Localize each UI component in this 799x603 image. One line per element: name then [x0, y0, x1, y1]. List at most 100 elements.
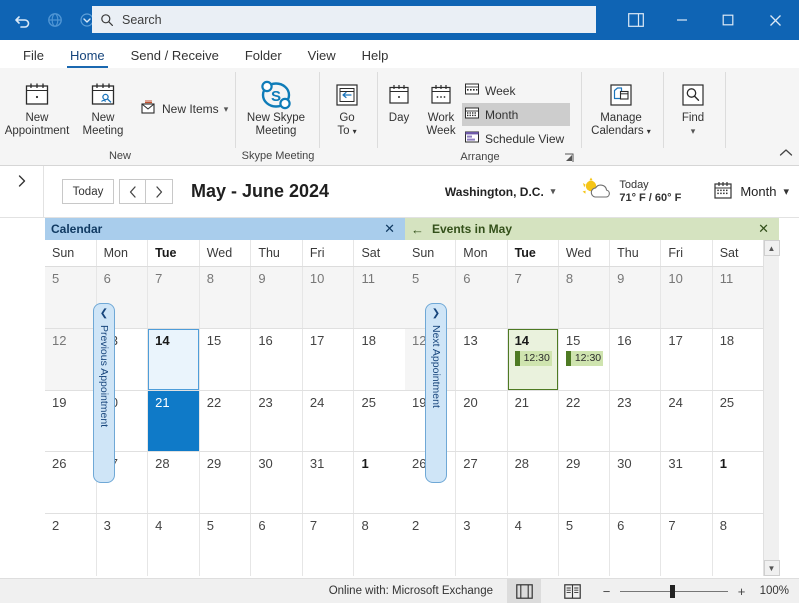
calendar-day-cell[interactable]: 11	[354, 267, 406, 328]
tab-home[interactable]: Home	[57, 45, 118, 68]
calendar-day-cell[interactable]: 24	[302, 390, 355, 452]
calendar-day-cell[interactable]: 2	[45, 514, 97, 576]
vertical-scrollbar[interactable]: ▲ ▼	[763, 240, 780, 576]
calendar-day-cell[interactable]: 31	[302, 452, 355, 514]
calendar-day-cell[interactable]: 8	[558, 267, 611, 328]
day-view-button[interactable]: Day	[378, 72, 420, 125]
calendar-day-cell[interactable]: 7	[148, 267, 200, 328]
calendar-day-cell[interactable]: 7	[507, 267, 559, 328]
new-meeting-button[interactable]: New Meeting	[70, 72, 136, 138]
zoom-slider-thumb[interactable]	[670, 584, 675, 598]
tab-folder[interactable]: Folder	[232, 45, 295, 68]
calendar-day-cell[interactable]: 30	[251, 452, 303, 514]
weather-widget[interactable]: Today 71° F / 60° F	[581, 177, 681, 206]
new-appointment-button[interactable]: New Appointment	[4, 72, 70, 138]
calendar-day-cell[interactable]: 18	[712, 328, 763, 390]
calendar-day-cell[interactable]: 7	[302, 514, 355, 576]
tab-file[interactable]: File	[10, 45, 57, 68]
calendar-day-cell[interactable]: 8	[354, 514, 406, 576]
ribbon-display-options-icon[interactable]	[613, 0, 659, 40]
weather-location-selector[interactable]: Washington, D.C. ▾	[445, 185, 555, 199]
calendar-day-cell[interactable]: 5	[45, 267, 97, 328]
previous-period-button[interactable]	[119, 179, 146, 204]
calendar-day-cell[interactable]: 1	[712, 452, 763, 514]
calendar-day-cell[interactable]: 29	[558, 452, 611, 514]
maximize-icon[interactable]	[705, 0, 751, 40]
scroll-down-icon[interactable]: ▼	[763, 560, 780, 576]
view-item-schedule-view[interactable]: Schedule View	[462, 127, 570, 150]
calendar-day-cell[interactable]: 21	[148, 390, 200, 452]
zoom-slider[interactable]	[620, 584, 728, 598]
tab-help[interactable]: Help	[349, 45, 402, 68]
undo-icon[interactable]	[8, 5, 38, 35]
calendar-day-cell[interactable]: 27	[456, 452, 508, 514]
view-item-week[interactable]: Week	[462, 79, 570, 102]
scroll-up-icon[interactable]: ▲	[763, 240, 780, 256]
close-icon[interactable]: ✕	[754, 221, 773, 237]
calendar-day-cell[interactable]: 20	[456, 390, 508, 452]
calendar-day-cell[interactable]: 15	[199, 328, 252, 390]
new-items-button[interactable]: New Items ▾	[136, 96, 232, 122]
calendar-day-cell[interactable]: 25	[354, 390, 406, 452]
calendar-day-cell[interactable]: 7	[661, 514, 713, 576]
calendar-day-cell[interactable]: 23	[251, 390, 303, 452]
search-input[interactable]: Search	[92, 6, 596, 33]
tab-view[interactable]: View	[295, 45, 349, 68]
normal-view-button[interactable]	[507, 578, 541, 603]
zoom-out-button[interactable]: −	[601, 584, 612, 599]
chevron-up-icon[interactable]	[779, 147, 793, 161]
view-selector[interactable]: Month ▾	[713, 180, 789, 203]
previous-appointment-tab[interactable]: ❮ Previous Appointment	[93, 303, 115, 483]
calendar-day-cell[interactable]: 6	[251, 514, 303, 576]
view-item-month[interactable]: Month	[462, 103, 571, 126]
close-icon[interactable]	[751, 0, 799, 40]
new-skype-meeting-button[interactable]: S New Skype Meeting	[236, 72, 316, 138]
calendar-day-cell[interactable]: 17	[302, 328, 355, 390]
arrow-left-icon[interactable]: ←	[411, 222, 424, 237]
appointment-item[interactable]: 12:30	[514, 350, 552, 366]
find-button[interactable]: Find ▾	[664, 72, 722, 138]
calendar-day-cell[interactable]: 9	[610, 267, 662, 328]
next-period-button[interactable]	[146, 179, 173, 204]
zoom-control[interactable]: − + 100%	[601, 584, 789, 599]
calendar-day-cell[interactable]: 18	[354, 328, 406, 390]
calendar-day-cell[interactable]: 5	[558, 514, 611, 576]
calendar-day-cell[interactable]: 14 12:30	[507, 328, 559, 390]
calendar-day-cell[interactable]: 1	[354, 452, 406, 514]
calendar-day-cell[interactable]: 8	[712, 514, 763, 576]
calendar-day-cell[interactable]: 12	[45, 328, 97, 390]
calendar-day-cell[interactable]: 2	[405, 514, 457, 576]
tab-send-receive[interactable]: Send / Receive	[118, 45, 232, 68]
calendar-day-cell[interactable]: 3	[96, 514, 149, 576]
calendar-day-cell[interactable]: 26	[45, 452, 97, 514]
calendar-day-cell[interactable]: 16	[610, 328, 662, 390]
today-button[interactable]: Today	[62, 179, 114, 204]
appointment-item[interactable]: 12:30	[565, 350, 604, 366]
expand-folder-pane-button[interactable]	[0, 166, 44, 217]
calendar-day-cell[interactable]: 3	[456, 514, 508, 576]
calendar-day-cell[interactable]: 17	[661, 328, 713, 390]
calendar-day-cell[interactable]: 31	[661, 452, 713, 514]
calendar-day-cell[interactable]: 29	[199, 452, 252, 514]
globe-icon[interactable]	[40, 5, 70, 35]
arrange-dialog-launcher[interactable]	[564, 152, 576, 164]
zoom-in-button[interactable]: +	[736, 584, 747, 599]
calendar-day-cell[interactable]: 25	[712, 390, 763, 452]
calendar-day-cell[interactable]: 22	[199, 390, 252, 452]
calendar-day-cell[interactable]: 4	[148, 514, 200, 576]
work-week-button[interactable]: Work Week	[420, 72, 462, 138]
calendar-day-cell[interactable]: 30	[610, 452, 662, 514]
reading-view-button[interactable]	[555, 579, 589, 603]
minimize-icon[interactable]	[659, 0, 705, 40]
calendar-day-cell[interactable]: 5	[199, 514, 252, 576]
calendar-day-cell[interactable]: 4	[507, 514, 559, 576]
calendar-day-cell[interactable]: 23	[610, 390, 662, 452]
calendar-day-cell[interactable]: 16	[251, 328, 303, 390]
calendar-day-cell[interactable]: 9	[251, 267, 303, 328]
calendar-day-cell[interactable]: 28	[148, 452, 200, 514]
calendar-day-cell[interactable]: 11	[712, 267, 763, 328]
calendar-day-cell[interactable]: 21	[507, 390, 559, 452]
manage-calendars-button[interactable]: Manage Calendars ▾	[582, 72, 660, 138]
calendar-day-cell[interactable]: 6	[456, 267, 508, 328]
calendar-day-cell[interactable]: 10	[661, 267, 713, 328]
